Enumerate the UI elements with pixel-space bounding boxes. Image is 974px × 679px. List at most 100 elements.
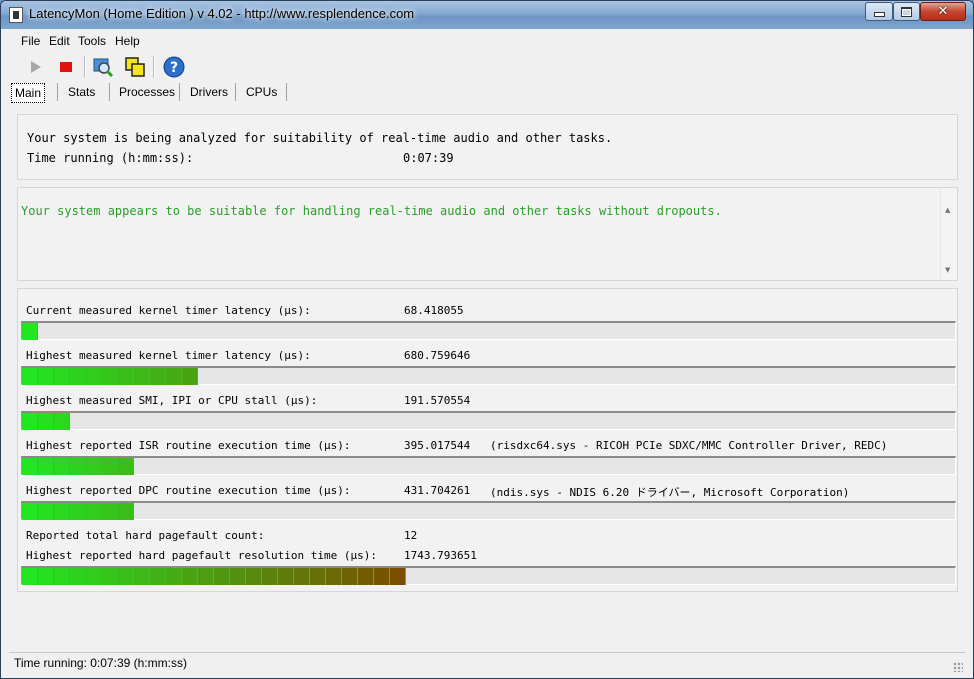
bar-segment [118, 458, 134, 475]
bar-segment [390, 568, 406, 585]
stop-button[interactable] [54, 55, 78, 79]
maximize-icon [901, 6, 912, 17]
metric-bar [21, 321, 956, 340]
bar-segment [38, 503, 54, 520]
minimize-icon [873, 12, 885, 17]
scroll-down-icon[interactable]: ▼ [945, 266, 950, 274]
pagefault-bar [21, 566, 956, 585]
metric-value: 395.017544 [404, 439, 471, 452]
metric-bar [21, 366, 956, 385]
status-text: Time running: 0:07:39 (h:mm:ss) [14, 656, 187, 670]
analysis-message: Your system is being analyzed for suitab… [27, 131, 613, 145]
tab-main[interactable]: Main [11, 83, 46, 103]
menu-edit[interactable]: Edit [49, 34, 70, 48]
bar-segment [38, 458, 54, 475]
bar-segment [38, 413, 54, 430]
metric-detail: (risdxc64.sys - RICOH PCIe SDXC/MMC Cont… [490, 439, 888, 452]
bar-segment [38, 568, 54, 585]
window-title: LatencyMon (Home Edition ) v 4.02 - http… [29, 6, 415, 21]
bar-segment [342, 568, 358, 585]
pagefault-time-label: Highest reported hard pagefault resoluti… [26, 549, 377, 562]
pagefault-count-value: 12 [404, 529, 418, 542]
app-icon [9, 7, 23, 23]
menu-bar: File Edit Tools Help [9, 31, 965, 51]
bar-segment [70, 503, 86, 520]
maximize-button[interactable] [893, 2, 920, 21]
stop-icon [60, 62, 72, 72]
menu-help[interactable]: Help [115, 34, 140, 48]
bar-segment [278, 568, 294, 585]
tab-separator [109, 83, 110, 101]
metric-bar [21, 456, 956, 475]
metrics-panel: Current measured kernel timer latency (µ… [17, 288, 958, 592]
metric-label: Current measured kernel timer latency (µ… [26, 304, 311, 317]
search-icon [93, 58, 114, 78]
bar-segment [102, 368, 118, 385]
bar-segment [22, 413, 38, 430]
bar-segment [246, 568, 262, 585]
title-bar[interactable]: LatencyMon (Home Edition ) v 4.02 - http… [1, 1, 973, 29]
metric-value: 680.759646 [404, 349, 471, 362]
verdict-panel: Your system appears to be suitable for h… [17, 187, 958, 281]
tab-drivers[interactable]: Drivers [190, 83, 228, 101]
metric-label: Highest reported DPC routine execution t… [26, 484, 351, 497]
menu-file[interactable]: File [21, 34, 40, 48]
start-button[interactable] [23, 55, 47, 79]
bar-segment [22, 323, 38, 340]
bar-segment [374, 568, 390, 585]
bar-segment [70, 368, 86, 385]
help-button[interactable]: ? [162, 55, 186, 79]
analysis-panel: Your system is being analyzed for suitab… [17, 114, 958, 180]
bar-segment [54, 413, 70, 430]
verdict-scrollbar[interactable]: ▲ ▼ [940, 188, 957, 280]
tab-cpus[interactable]: CPUs [246, 83, 277, 101]
bar-segment [22, 568, 38, 585]
copy-icon [125, 57, 145, 77]
toolbar-separator [84, 56, 86, 78]
toolbar: ? [9, 53, 965, 81]
bar-segment [86, 503, 102, 520]
bar-segment [326, 568, 342, 585]
bar-segment [310, 568, 326, 585]
metric-label: Highest measured SMI, IPI or CPU stall (… [26, 394, 318, 407]
bar-segment [54, 568, 70, 585]
bar-segment [230, 568, 246, 585]
metric-value: 431.704261 [404, 484, 471, 497]
svg-text:?: ? [170, 60, 178, 76]
bar-segment [102, 503, 118, 520]
bar-segment [38, 368, 54, 385]
bar-segment [22, 458, 38, 475]
time-running-label: Time running (h:mm:ss): [27, 151, 194, 165]
help-icon: ? [163, 56, 185, 78]
scroll-up-icon[interactable]: ▲ [945, 206, 950, 214]
bar-segment [294, 568, 310, 585]
tab-strip: Main Stats Processes Drivers CPUs [9, 81, 965, 103]
tab-stats[interactable]: Stats [68, 83, 95, 101]
menu-tools[interactable]: Tools [78, 34, 106, 48]
pagefault-time-value: 1743.793651 [404, 549, 477, 562]
bar-segment [54, 458, 70, 475]
resize-grip[interactable] [953, 662, 963, 672]
play-icon [31, 61, 41, 73]
bar-segment [118, 568, 134, 585]
bar-segment [358, 568, 374, 585]
bar-segment [118, 368, 134, 385]
tab-separator [179, 83, 180, 101]
tab-processes[interactable]: Processes [119, 83, 175, 101]
toolbar-separator [153, 56, 155, 78]
analyze-button[interactable] [91, 55, 115, 79]
bar-segment [54, 503, 70, 520]
time-running-value: 0:07:39 [403, 151, 454, 165]
close-icon: ✕ [937, 4, 949, 19]
metric-bar [21, 411, 956, 430]
copy-button[interactable] [123, 55, 147, 79]
bar-segment [166, 368, 182, 385]
bar-segment [86, 368, 102, 385]
bar-segment [182, 368, 198, 385]
metric-detail: (ndis.sys - NDIS 6.20 ドライバー, Microsoft C… [490, 486, 850, 499]
bar-segment [102, 458, 118, 475]
minimize-button[interactable] [865, 2, 893, 21]
bar-segment [198, 568, 214, 585]
close-button[interactable]: ✕ [920, 2, 966, 21]
bar-segment [102, 568, 118, 585]
